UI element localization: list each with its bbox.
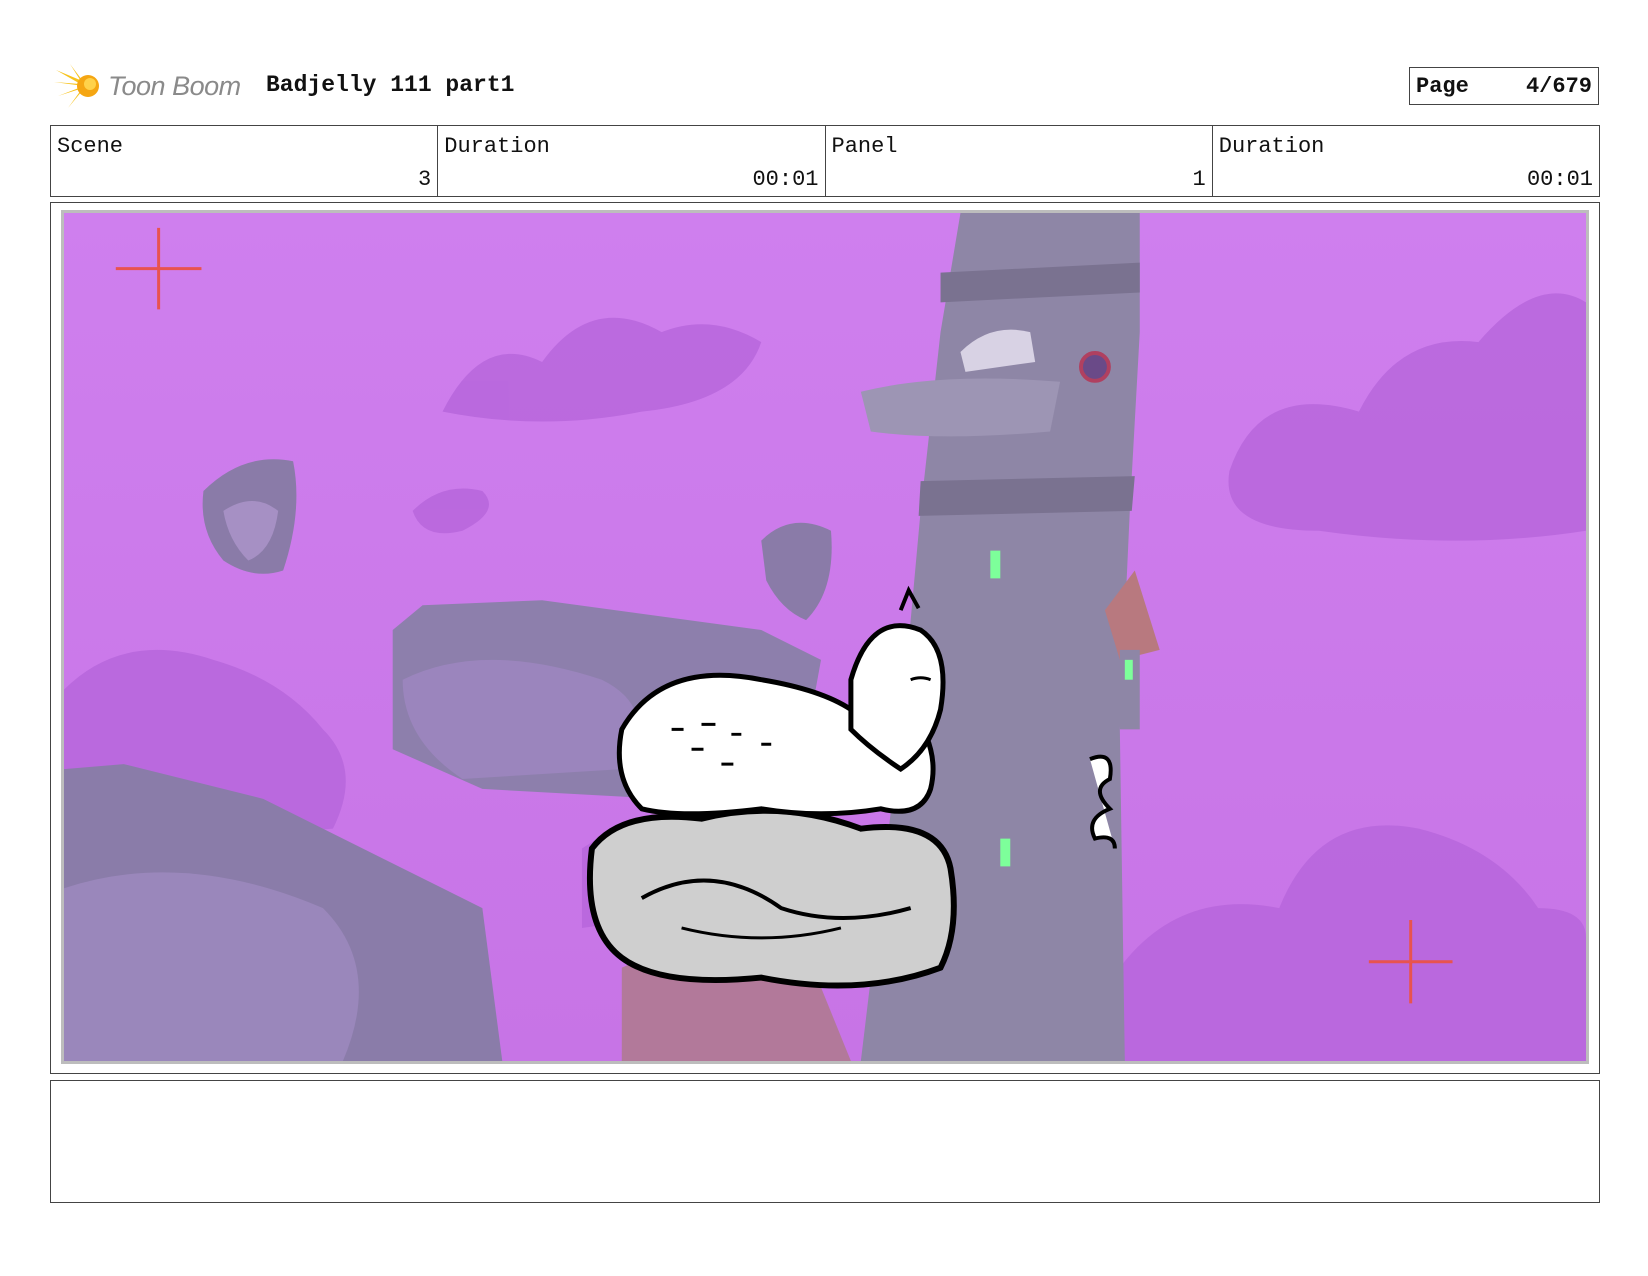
toon-boom-logo: Toon Boom [54,58,254,114]
page-number: 4/679 [1525,73,1592,99]
panel-illustration [64,213,1586,1061]
scene-value: 3 [418,167,432,192]
panel-cell: Panel 1 [826,126,1213,196]
panel-notes-box[interactable] [50,1080,1600,1203]
panel-duration-label: Duration [1218,134,1325,159]
panel-duration-value: 00:01 [1526,167,1593,192]
scene-label: Scene [57,134,124,159]
logo-wordmark: Toon Boom [108,70,241,101]
storyboard-panel-image [61,210,1589,1064]
sun-burst-icon [54,64,99,108]
storyboard-panel-frame [50,202,1600,1074]
scene-duration-label: Duration [444,134,550,159]
page-label: Page [1416,73,1469,99]
scene-duration-value: 00:01 [752,167,819,192]
panel-label: Panel [831,134,898,159]
scene-cell: Scene 3 [51,126,439,196]
document-title: Badjelly 111 part1 [266,72,515,98]
scene-duration-cell: Duration 00:01 [438,126,826,196]
panel-value: 1 [1192,167,1206,192]
scene-info-table: Scene 3 Duration 00:01 Panel 1 Duration … [50,125,1600,197]
page-indicator: Page 4/679 [1409,67,1599,105]
panel-duration-cell: Duration 00:01 [1213,126,1599,196]
